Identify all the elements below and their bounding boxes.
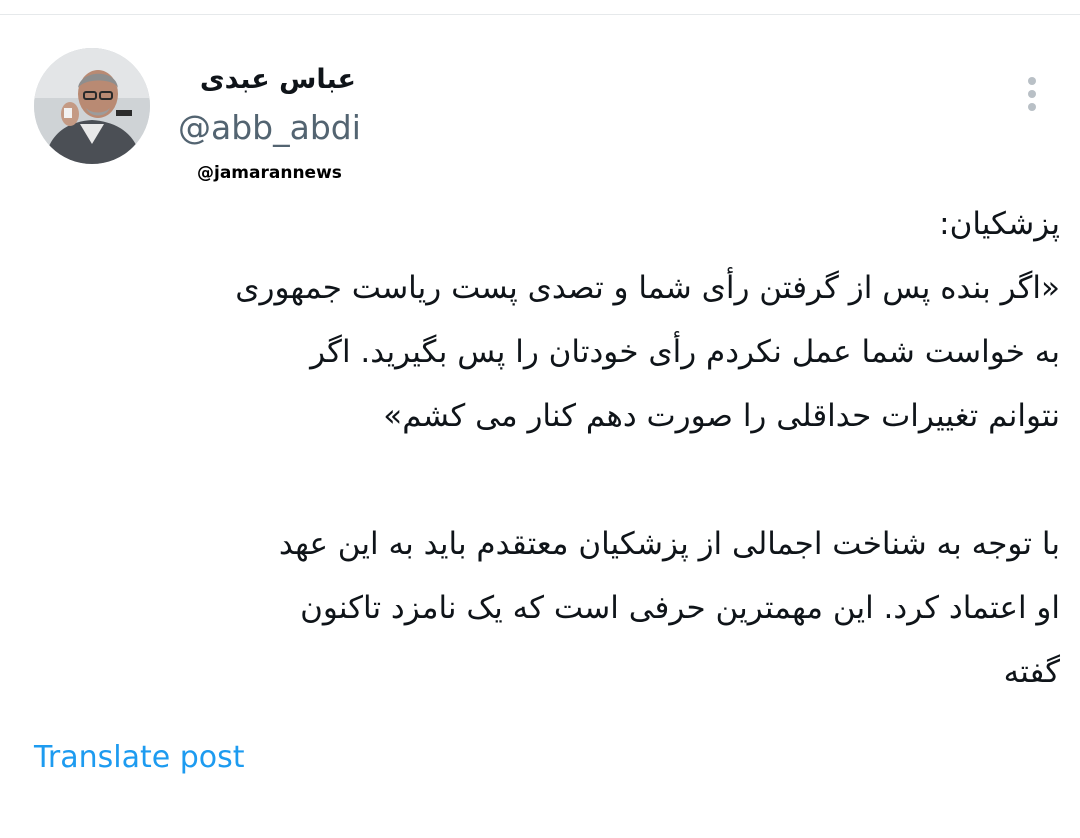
tweet-text-line: با توجه به شناخت اجمالی از پزشکیان معتقد… xyxy=(278,526,1060,562)
more-options-button[interactable] xyxy=(1014,72,1050,116)
tweet-text-line: پزشکیان: xyxy=(939,206,1060,242)
more-options-icon xyxy=(1028,77,1036,111)
tweet-text-line: او اعتماد کرد. این مهمترین حرفی است که ی… xyxy=(300,590,1060,626)
profile-photo-icon xyxy=(34,48,150,164)
author-handle[interactable]: @abb_abdi xyxy=(178,106,361,150)
tweet-text: پزشکیان: «اگر بنده پس از گرفتن رأی شما و… xyxy=(28,192,1060,704)
tweet-text-line: گفته xyxy=(1003,654,1060,690)
watermark-label: @jamarannews xyxy=(197,163,342,183)
tweet-text-line: به خواست شما عمل نکردم رأی خودتان را پس … xyxy=(310,334,1060,370)
author-avatar[interactable] xyxy=(34,48,150,164)
tweet-text-line: نتوانم تغییرات حداقلی را صورت دهم کنار م… xyxy=(383,398,1060,434)
translate-post-link[interactable]: Translate post xyxy=(34,736,245,780)
author-display-name[interactable]: عباس عبدی xyxy=(176,60,356,100)
top-divider xyxy=(0,0,1080,15)
tweet-text-line: «اگر بنده پس از گرفتن رأی شما و تصدی پست… xyxy=(235,270,1060,306)
